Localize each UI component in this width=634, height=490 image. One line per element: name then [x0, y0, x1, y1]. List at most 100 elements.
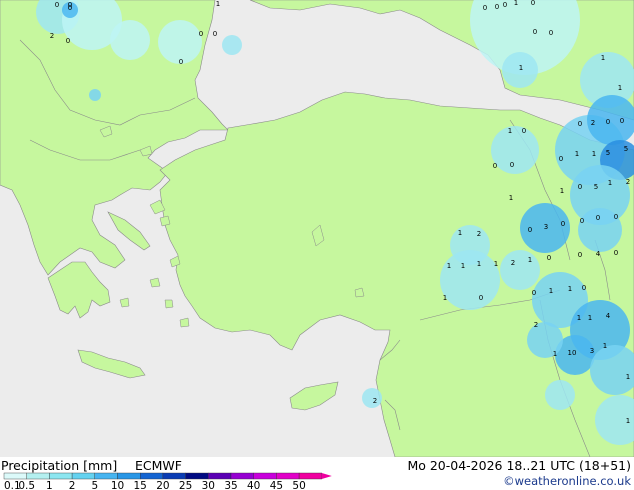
precip-area	[222, 35, 242, 55]
precip-value-label: 0	[528, 226, 532, 234]
precip-value-label: 0	[578, 120, 582, 128]
legend-swatch	[94, 472, 118, 480]
precip-value-label: 2	[477, 230, 481, 238]
precip-value-label: 1	[443, 294, 447, 302]
precip-value-label: 0	[549, 29, 553, 37]
precip-value-label: 0	[479, 294, 483, 302]
legend-swatches	[3, 472, 332, 480]
precip-value-label: 1	[618, 84, 622, 92]
precip-value-label: 0	[578, 251, 582, 259]
precip-area	[440, 250, 500, 310]
legend-tick-label: 40	[247, 480, 260, 490]
precip-value-label: 1	[601, 54, 605, 62]
precip-value-label: 2	[534, 321, 538, 329]
precip-value-label: 0	[55, 1, 59, 9]
legend-tick-label: 25	[179, 480, 192, 490]
legend-swatch	[139, 472, 164, 480]
precip-value-label: 0	[614, 249, 618, 257]
precip-value-label: 1	[603, 342, 607, 350]
legend-arrow	[321, 473, 332, 479]
precip-value-label: 0	[533, 28, 537, 36]
legend-swatch	[253, 472, 277, 480]
precip-value-label: 1	[575, 150, 579, 158]
legend-tick-label: 20	[156, 480, 169, 490]
precip-value-label: 0	[495, 3, 499, 11]
credit-link[interactable]: ©weatheronline.co.uk	[503, 474, 631, 488]
precip-value-label: 0	[614, 213, 618, 221]
precip-value-label: 2	[591, 119, 595, 127]
legend-ticks: 0.10.5 1 2 5 10 15 20 25 30 35 40 45 50	[4, 480, 306, 490]
precip-value-label: 5	[594, 183, 598, 191]
legend-tick-label: 45	[270, 480, 283, 490]
precip-value-label: 0	[532, 289, 536, 297]
precip-value-label: 1	[608, 179, 612, 187]
precip-value-label: 1	[509, 194, 513, 202]
precip-area	[500, 250, 540, 290]
precip-value-label: 0	[596, 214, 600, 222]
precip-value-label: 0	[522, 127, 526, 135]
precip-value-label: 0	[547, 254, 551, 262]
precip-value-label: 1	[592, 150, 596, 158]
precip-value-label: 1	[519, 64, 523, 72]
precip-value-label: 1	[560, 187, 564, 195]
precip-value-label: 0	[620, 117, 624, 125]
legend-swatch	[71, 472, 95, 480]
legend-swatch	[117, 472, 141, 480]
precip-value-label: 0	[580, 217, 584, 225]
precip-value-label: 0	[582, 284, 586, 292]
precip-value-label: 0	[510, 161, 514, 169]
precip-value-label: 5	[624, 145, 628, 153]
precip-value-label: 4	[606, 312, 611, 320]
precip-value-label: 1	[494, 260, 498, 268]
precip-value-label: 1	[626, 417, 630, 425]
precip-value-label: 1	[461, 262, 465, 270]
legend-swatch	[3, 472, 27, 480]
forecast-map-panel: 0002010000001000111010020000115511051212…	[0, 0, 634, 490]
legend-tick-label: 0.5	[18, 480, 35, 490]
precip-value-label: 0	[578, 183, 582, 191]
precip-value-label: 0	[531, 0, 535, 7]
precipitation-map[interactable]: 0 002010 000 0 0 1 00 011101 00 2 00 001 1 5 511 0 5 1 21 2…	[0, 0, 634, 457]
precip-value-label: 1	[447, 262, 451, 270]
precip-value-label: 0	[199, 30, 203, 38]
legend-swatch	[298, 472, 323, 480]
legend-swatch	[276, 472, 300, 480]
precip-value-label: 0	[483, 4, 487, 12]
precip-value-label: 5	[606, 149, 610, 157]
precipitation-legend: 0.10.5 1 2 5 10 15 20 25 30 35 40 45 50	[3, 472, 332, 490]
legend-swatch	[49, 472, 73, 480]
precip-value-label: 3	[590, 347, 594, 355]
legend-tick-label: 30	[202, 480, 215, 490]
legend-tick-label: 35	[224, 480, 237, 490]
precip-value-label: 1	[577, 314, 581, 322]
legend-swatch	[162, 472, 186, 480]
precip-value-label: 2	[511, 259, 515, 267]
precip-value-label: 0	[493, 162, 497, 170]
model-name: ECMWF	[135, 458, 182, 473]
legend-tick-label: 50	[292, 480, 305, 490]
legend-tick-label: 2	[69, 480, 76, 490]
precip-area	[545, 380, 575, 410]
precip-area	[110, 20, 150, 60]
precip-value-label: 0	[559, 155, 563, 163]
precip-value-label: 1	[458, 229, 462, 237]
precip-value-label: 0	[561, 220, 565, 228]
precip-value-label: 1	[549, 287, 553, 295]
precip-value-label: 1	[477, 260, 481, 268]
map-footer: Precipitation [mm] ECMWF Mo 20-04-2026 1…	[0, 457, 634, 490]
legend-swatch	[185, 472, 209, 480]
precip-value-label: 1	[588, 314, 592, 322]
precip-value-label: 0	[606, 118, 610, 126]
precip-value-label: 0	[503, 1, 507, 9]
precip-value-label: 0	[68, 1, 72, 9]
precip-area	[527, 322, 563, 358]
precip-value-label: 2	[373, 397, 377, 405]
legend-swatch	[208, 472, 232, 480]
precip-area	[89, 89, 101, 101]
precip-value-label: 4	[596, 250, 601, 258]
precip-value-label: 1	[216, 0, 220, 8]
legend-tick-label: 1	[46, 480, 53, 490]
legend-swatch	[26, 472, 50, 480]
precip-value-label: 3	[544, 223, 548, 231]
precip-area	[491, 126, 539, 174]
